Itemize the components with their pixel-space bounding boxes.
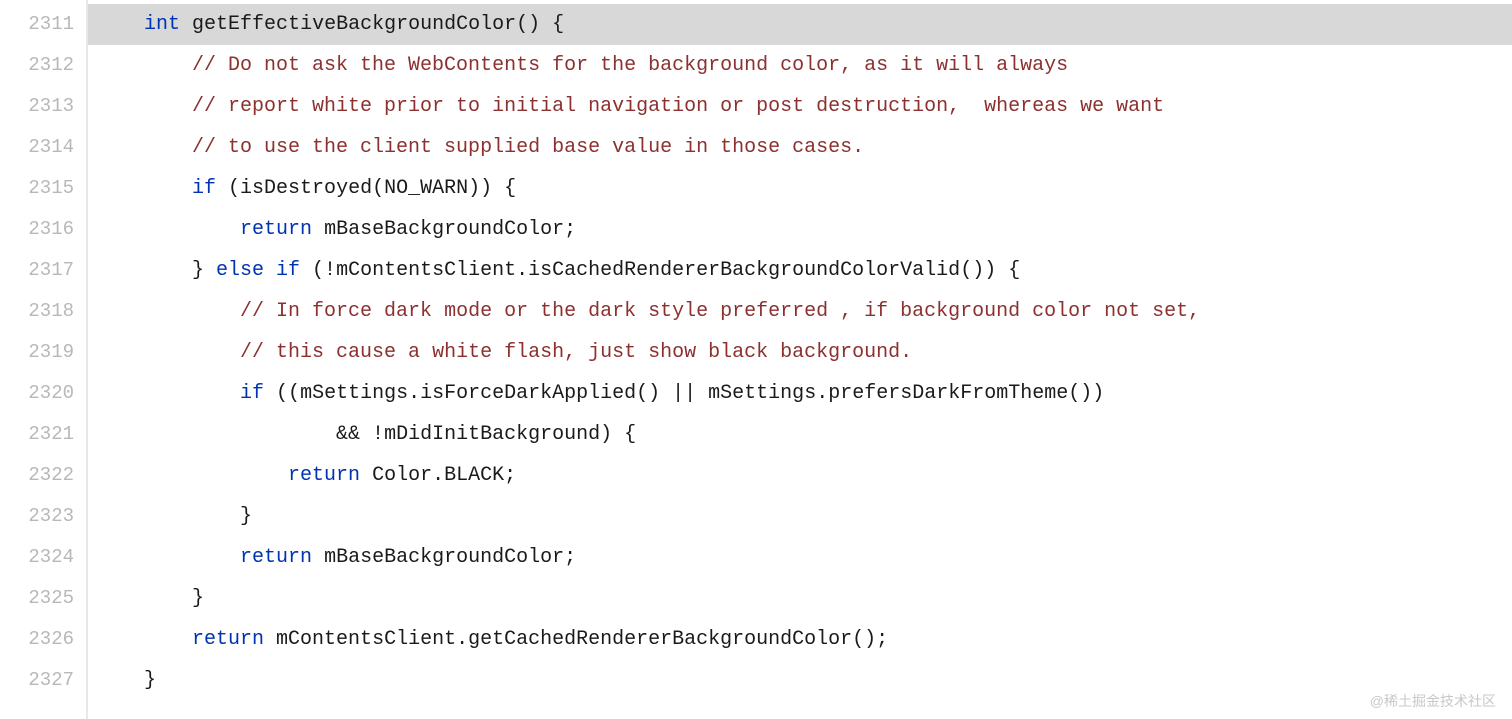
line-number: 2314 [0, 127, 86, 168]
code-token: BLACK [444, 464, 504, 487]
line-number: 2313 [0, 86, 86, 127]
code-token: mDidInitBackground [384, 423, 600, 446]
code-token: if [240, 382, 264, 405]
line-number: 2311 [0, 4, 86, 45]
code-token: mBaseBackgroundColor [324, 546, 564, 569]
line-number: 2322 [0, 455, 86, 496]
code-token: mContentsClient [336, 259, 516, 282]
code-token [312, 218, 324, 241]
code-token: ; [564, 218, 576, 241]
line-number: 2315 [0, 168, 86, 209]
code-line[interactable]: if ((mSettings.isForceDarkApplied() || m… [88, 373, 1512, 414]
code-token: . [516, 259, 528, 282]
code-editor-area[interactable]: int getEffectiveBackgroundColor() { // D… [88, 0, 1512, 719]
code-line[interactable]: } else if (!mContentsClient.isCachedRend… [88, 250, 1512, 291]
code-token: && ! [336, 423, 384, 446]
code-line[interactable]: } [88, 578, 1512, 619]
line-number: 2318 [0, 291, 86, 332]
code-token: (( [264, 382, 300, 405]
code-token: () || [636, 382, 708, 405]
code-token: () { [516, 13, 564, 36]
code-token: mSettings [300, 382, 408, 405]
code-line[interactable]: && !mDidInitBackground) { [88, 414, 1512, 455]
code-token [360, 464, 372, 487]
code-token: isCachedRendererBackgroundColorValid [528, 259, 960, 282]
code-token: } [144, 669, 156, 692]
line-number: 2321 [0, 414, 86, 455]
code-token [312, 546, 324, 569]
line-number: 2319 [0, 332, 86, 373]
line-number: 2324 [0, 537, 86, 578]
code-line[interactable]: return mBaseBackgroundColor; [88, 537, 1512, 578]
code-line[interactable]: } [88, 496, 1512, 537]
code-token: )) { [468, 177, 516, 200]
code-line[interactable]: return mBaseBackgroundColor; [88, 209, 1512, 250]
line-number: 2327 [0, 660, 86, 701]
code-token: prefersDarkFromTheme [828, 382, 1068, 405]
code-token: } [192, 259, 216, 282]
code-token: } [240, 505, 252, 528]
line-number: 2325 [0, 578, 86, 619]
code-token: isDestroyed [240, 177, 372, 200]
code-token: ()) { [960, 259, 1020, 282]
line-number: 2312 [0, 45, 86, 86]
code-token: getEffectiveBackgroundColor [192, 13, 516, 36]
code-token: (); [852, 628, 888, 651]
code-token: isForceDarkApplied [420, 382, 636, 405]
code-line[interactable]: return Color.BLACK; [88, 455, 1512, 496]
line-number: 2317 [0, 250, 86, 291]
code-token: } [192, 587, 204, 610]
code-token: . [816, 382, 828, 405]
code-token [180, 13, 192, 36]
code-token: return [240, 218, 312, 241]
code-token: ( [216, 177, 240, 200]
code-token: return [192, 628, 264, 651]
code-token: ) { [600, 423, 636, 446]
code-token: getCachedRendererBackgroundColor [468, 628, 852, 651]
code-line[interactable]: return mContentsClient.getCachedRenderer… [88, 619, 1512, 660]
code-token: mContentsClient [276, 628, 456, 651]
line-number: 2323 [0, 496, 86, 537]
line-number-gutter: 2311231223132314231523162317231823192320… [0, 0, 88, 719]
code-line[interactable]: // this cause a white flash, just show b… [88, 332, 1512, 373]
code-token: int [144, 13, 180, 36]
code-token: // report white prior to initial navigat… [192, 95, 1164, 118]
code-token: ()) [1068, 382, 1104, 405]
code-line[interactable]: } [88, 660, 1512, 701]
code-token: mBaseBackgroundColor [324, 218, 564, 241]
code-token: // In force dark mode or the dark style … [240, 300, 1200, 323]
code-line[interactable]: // Do not ask the WebContents for the ba… [88, 45, 1512, 86]
code-token: Color [372, 464, 432, 487]
code-line[interactable]: // to use the client supplied base value… [88, 127, 1512, 168]
code-line[interactable]: // report white prior to initial navigat… [88, 86, 1512, 127]
code-token: // to use the client supplied base value… [192, 136, 864, 159]
line-number: 2326 [0, 619, 86, 660]
code-token: . [456, 628, 468, 651]
code-token: mSettings [708, 382, 816, 405]
code-token: NO_WARN [384, 177, 468, 200]
code-token: // Do not ask the WebContents for the ba… [192, 54, 1068, 77]
watermark-text: @稀土掘金技术社区 [1370, 691, 1496, 711]
code-token: ( [372, 177, 384, 200]
code-token: (! [300, 259, 336, 282]
code-line[interactable]: int getEffectiveBackgroundColor() { [88, 4, 1512, 45]
code-token: . [408, 382, 420, 405]
code-token: return [240, 546, 312, 569]
code-token: // this cause a white flash, just show b… [240, 341, 912, 364]
code-token: else if [216, 259, 300, 282]
line-number: 2320 [0, 373, 86, 414]
code-line[interactable]: // In force dark mode or the dark style … [88, 291, 1512, 332]
code-token: if [192, 177, 216, 200]
code-token: return [288, 464, 360, 487]
code-token: ; [564, 546, 576, 569]
code-token [264, 628, 276, 651]
line-number: 2316 [0, 209, 86, 250]
code-token: . [432, 464, 444, 487]
code-token: ; [504, 464, 516, 487]
code-line[interactable]: if (isDestroyed(NO_WARN)) { [88, 168, 1512, 209]
